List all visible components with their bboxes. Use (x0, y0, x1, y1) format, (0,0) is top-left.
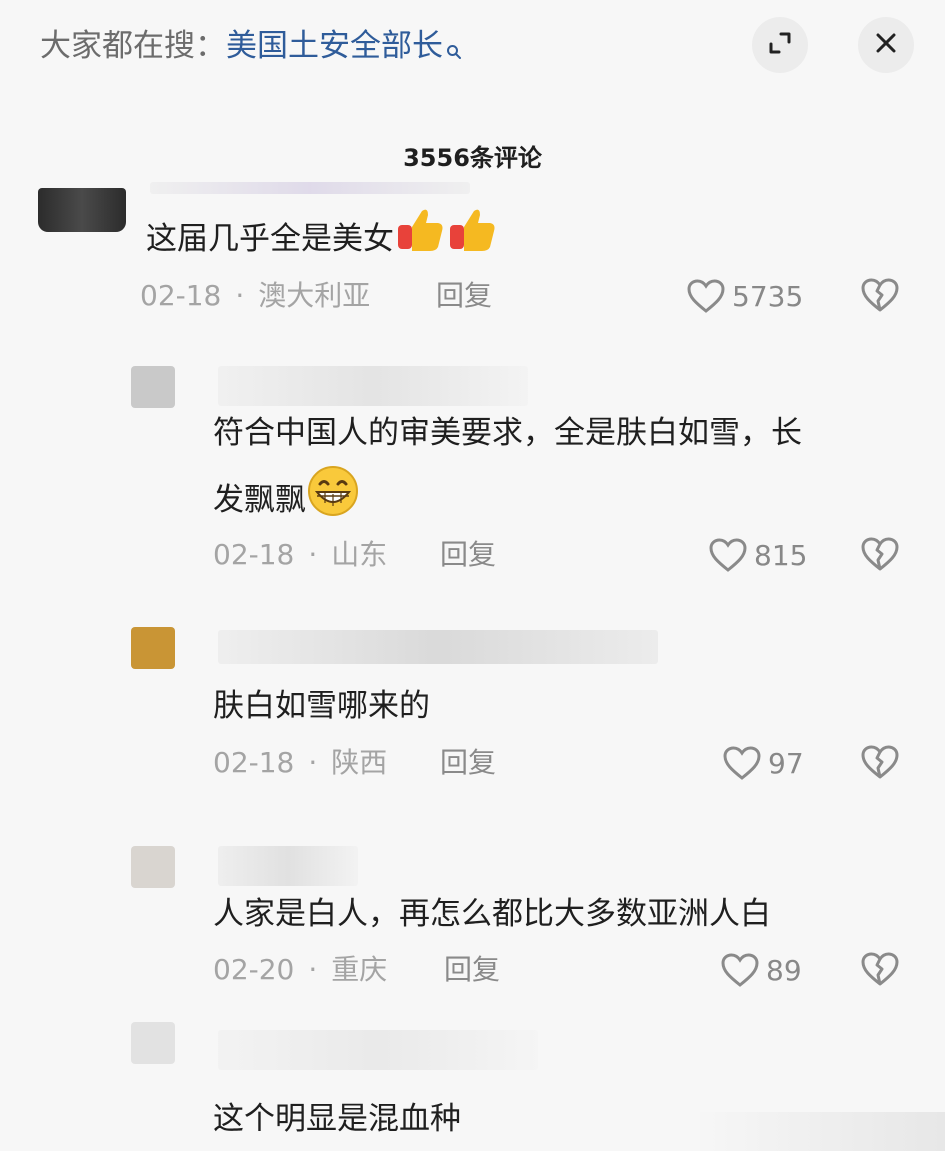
search-term-link[interactable]: 美国土安全部长 (226, 28, 443, 64)
expand-icon (767, 30, 793, 60)
comment-location: 澳大利亚 (258, 279, 371, 312)
heart-icon (721, 953, 759, 987)
close-icon (874, 31, 898, 59)
heart-icon (687, 279, 725, 313)
broken-heart-icon (861, 278, 899, 312)
comment-body: 这个明显是混血种 (213, 1101, 461, 1137)
comment-meta: 02-18 · 陕西 (213, 746, 388, 779)
dislike-button[interactable] (860, 535, 900, 575)
broken-heart-icon (861, 952, 899, 986)
like-count: 97 (768, 746, 804, 780)
heart-icon (709, 538, 747, 572)
expand-button[interactable] (752, 17, 808, 73)
grinning-emoji (306, 464, 360, 539)
like-count: 5735 (732, 279, 804, 313)
comment-location: 重庆 (331, 953, 388, 986)
username-blurred[interactable] (150, 182, 470, 194)
comment-body: 人家是白人，再怎么都比大多数亚洲人白 (213, 896, 771, 932)
avatar[interactable] (131, 366, 175, 408)
dislike-button[interactable] (860, 743, 900, 783)
comment-location: 陕西 (331, 746, 388, 779)
like-button[interactable]: 89 (720, 950, 802, 990)
reply-button[interactable]: 回复 (440, 745, 496, 781)
comment-text: 人家是白人，再怎么都比大多数亚洲人白 (213, 883, 771, 945)
avatar[interactable] (131, 627, 175, 669)
comment-meta: 02-20 · 重庆 (213, 953, 388, 986)
username-blurred[interactable] (218, 366, 528, 406)
search-suggestion[interactable]: 大家都在搜：美国土安全部长 (40, 26, 462, 66)
username-blurred[interactable] (218, 846, 358, 886)
comment-text-line2: 发飘飘 (213, 464, 360, 539)
comment-body: 这届几乎全是美女 (146, 221, 394, 257)
search-prefix: 大家都在搜： (40, 28, 226, 64)
avatar[interactable] (38, 188, 126, 232)
top-bar: 大家都在搜：美国土安全部长 (0, 0, 945, 95)
username-blurred[interactable] (218, 630, 658, 664)
comment-text: 这届几乎全是美女 (146, 205, 498, 276)
comment-date: 02-18 (213, 746, 295, 779)
comment-location: 山东 (331, 538, 388, 571)
comment-body: 发飘飘 (213, 482, 306, 518)
reply-button[interactable]: 回复 (436, 278, 492, 314)
avatar[interactable] (131, 1022, 175, 1064)
search-icon (446, 30, 462, 59)
username-blurred[interactable] (218, 1030, 538, 1070)
like-button[interactable]: 815 (708, 535, 807, 575)
like-count: 815 (754, 538, 808, 572)
heart-icon (723, 746, 761, 780)
dislike-button[interactable] (860, 276, 900, 316)
avatar[interactable] (131, 846, 175, 888)
comment-meta: 02-18 · 山东 (213, 538, 388, 571)
close-button[interactable] (858, 17, 914, 73)
like-count: 89 (766, 953, 802, 987)
thumbs-up-emoji (394, 205, 446, 276)
comment-text: 肤白如雪哪来的 (213, 675, 430, 737)
comment-date: 02-18 (213, 538, 295, 571)
like-button[interactable]: 5735 (686, 276, 803, 316)
comment-text: 这个明显是混血种 (213, 1088, 461, 1150)
like-button[interactable]: 97 (722, 743, 804, 783)
reply-button[interactable]: 回复 (444, 952, 500, 988)
reply-button[interactable]: 回复 (440, 537, 496, 573)
thumbs-up-emoji (446, 205, 498, 276)
comment-count: 3556条评论 (403, 144, 542, 172)
dislike-button[interactable] (860, 950, 900, 990)
watermark (700, 1112, 945, 1151)
broken-heart-icon (861, 745, 899, 779)
comment-meta: 02-18 · 澳大利亚 (140, 279, 371, 312)
comment-body: 肤白如雪哪来的 (213, 688, 430, 724)
comment-date: 02-18 (140, 279, 222, 312)
comment-body: 符合中国人的审美要求，全是肤白如雪，长 (213, 415, 802, 451)
comment-date: 02-20 (213, 953, 295, 986)
comment-text: 符合中国人的审美要求，全是肤白如雪，长 (213, 402, 802, 464)
broken-heart-icon (861, 537, 899, 571)
